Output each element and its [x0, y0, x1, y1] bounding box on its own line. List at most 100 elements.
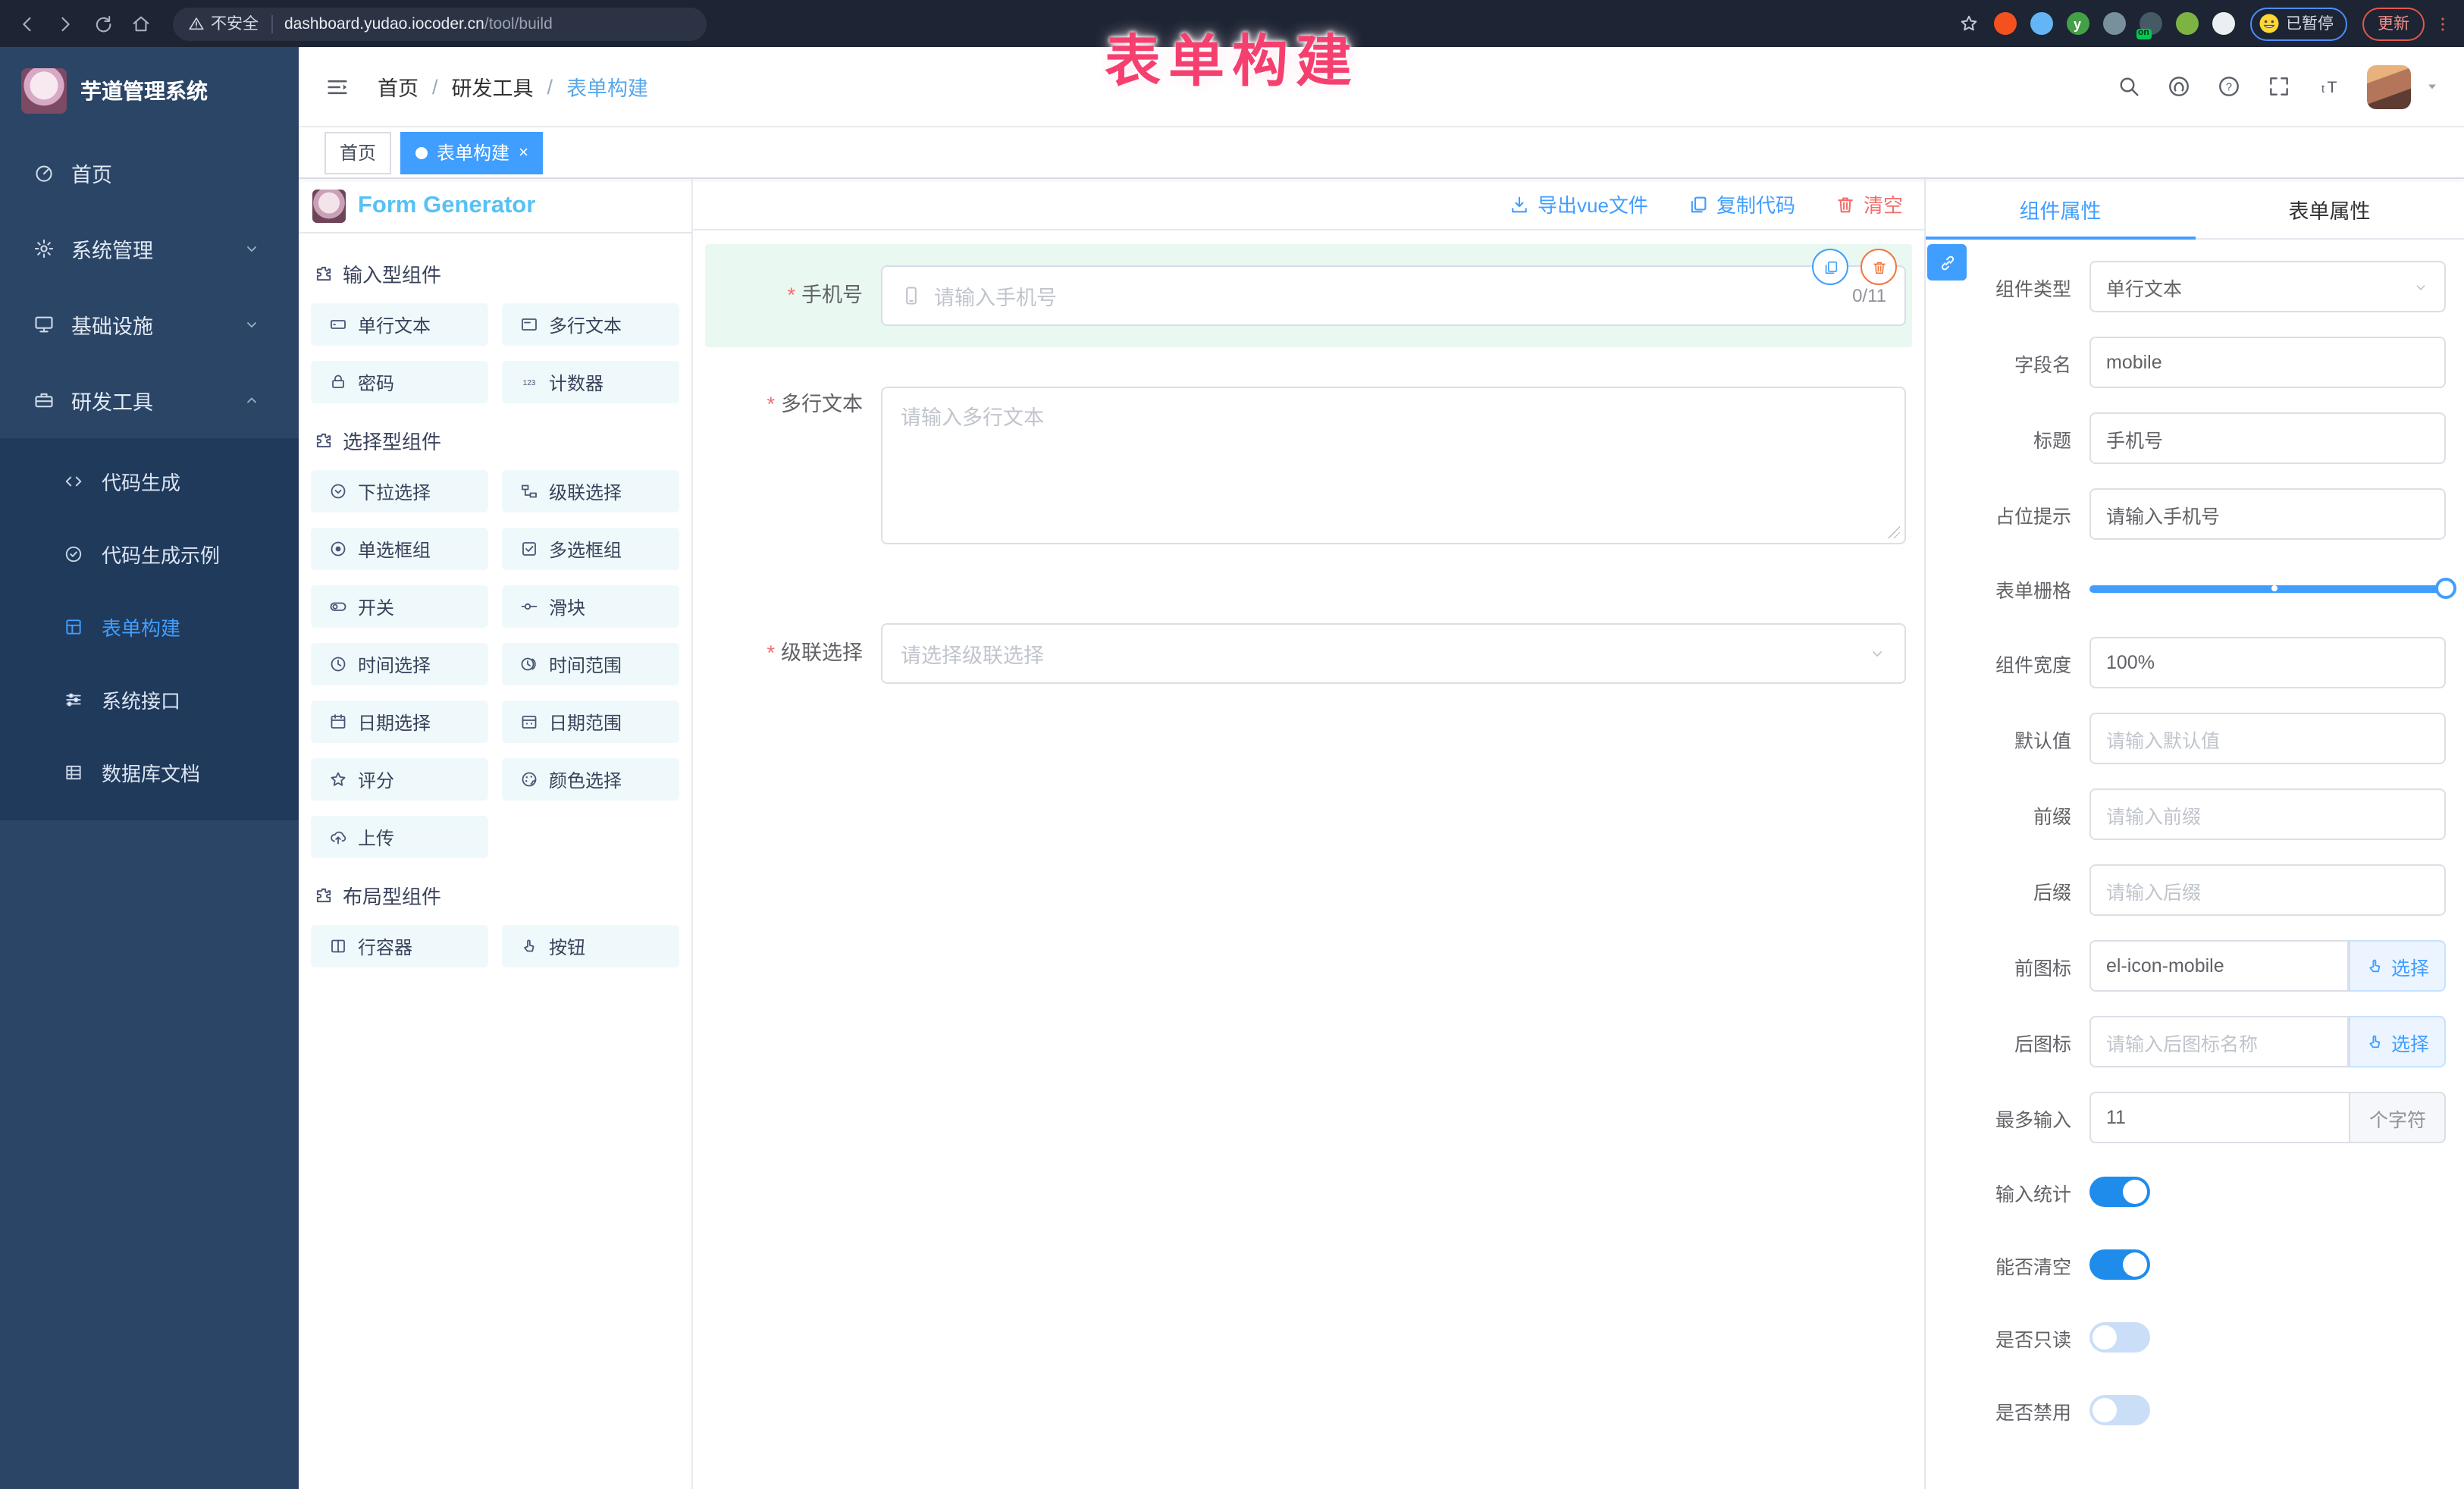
ext-orange-icon[interactable] [1993, 12, 2016, 35]
palette-item-时间选择[interactable]: 时间选择 [311, 643, 488, 685]
canvas-field-cascader[interactable]: 级联选择 请选择级联选择 [705, 602, 1912, 705]
sidebar-subitem-系统接口[interactable]: 系统接口 [0, 663, 299, 735]
palette-item-评分[interactable]: 评分 [311, 758, 488, 801]
prop-select-组件类型[interactable]: 单行文本 [2089, 261, 2446, 312]
palette-item-单行文本[interactable]: 单行文本 [311, 303, 488, 346]
ext-dark-on-icon[interactable]: on [2139, 12, 2161, 35]
toggle-是否只读[interactable] [2089, 1322, 2150, 1353]
mobile-input[interactable]: 请输入手机号 0/11 [881, 265, 1906, 326]
sidebar-item-1[interactable]: 系统管理 [0, 211, 299, 287]
update-button[interactable]: 更新 [2362, 7, 2425, 40]
github-icon[interactable] [2167, 74, 2191, 99]
textarea-input[interactable]: 请输入多行文本 [881, 387, 1906, 544]
sidebar-item-0[interactable]: 首页 [0, 135, 299, 211]
fullscreen-icon[interactable] [2267, 74, 2291, 99]
palette-item-按钮[interactable]: 按钮 [502, 925, 679, 967]
palette-item-行容器[interactable]: 行容器 [311, 925, 488, 967]
app-logo[interactable]: 芋道管理系统 [0, 47, 299, 135]
link-icon[interactable] [1927, 244, 1967, 281]
palette-item-计数器[interactable]: 123计数器 [502, 361, 679, 403]
prop-label: 后缀 [1926, 876, 2089, 904]
search-icon[interactable] [2117, 74, 2141, 99]
ext-green-y-icon[interactable]: y [2066, 12, 2089, 35]
browser-menu-icon[interactable] [2434, 14, 2452, 33]
toggle-是否禁用[interactable] [2089, 1395, 2150, 1425]
tab-form-props[interactable]: 表单属性 [2195, 179, 2464, 238]
svg-text:T: T [2327, 78, 2337, 96]
section-title-text: 选择型组件 [343, 426, 441, 455]
tag-form-build[interactable]: 表单构建 × [400, 131, 544, 174]
font-size-icon[interactable]: tT [2317, 74, 2341, 99]
copy-code-button[interactable]: 复制代码 [1688, 190, 1795, 218]
prop-input-最多输入[interactable]: 11 [2089, 1092, 2351, 1143]
tab-component-props[interactable]: 组件属性 [1926, 179, 2195, 238]
prop-row-输入统计: 输入统计 [1926, 1168, 2446, 1216]
prop-input-字段名[interactable]: mobile [2089, 337, 2446, 388]
toggle-能否清空[interactable] [2089, 1249, 2150, 1280]
reload-icon[interactable] [92, 13, 114, 34]
delete-field-button[interactable] [1861, 249, 1897, 285]
sidebar-subitem-代码生成[interactable]: 代码生成 [0, 444, 299, 517]
palette-item-日期选择[interactable]: 日期选择 [311, 701, 488, 743]
prop-input-后图标[interactable]: 请输入后图标名称 [2089, 1016, 2350, 1067]
sidebar-subitem-数据库文档[interactable]: 数据库文档 [0, 735, 299, 808]
icon-pick-button[interactable]: 选择 [2350, 1016, 2446, 1067]
palette-item-时间范围[interactable]: 时间范围 [502, 643, 679, 685]
ext-slate-icon[interactable] [2102, 12, 2125, 35]
breadcrumb-home[interactable]: 首页 [378, 71, 419, 102]
canvas-field-textarea[interactable]: 多行文本 请输入多行文本 [705, 365, 1912, 566]
user-avatar[interactable] [2367, 64, 2411, 108]
profile-paused-pill[interactable]: 已暂停 [2249, 7, 2347, 40]
palette-item-多行文本[interactable]: 多行文本 [502, 303, 679, 346]
palette-item-滑块[interactable]: 滑块 [502, 585, 679, 628]
bookmark-star-icon[interactable] [1958, 14, 1978, 33]
ext-blue-drop-icon[interactable] [2030, 12, 2052, 35]
forward-icon[interactable] [55, 13, 76, 34]
help-icon[interactable]: ? [2217, 74, 2241, 99]
icon-pick-button[interactable]: 选择 [2350, 940, 2446, 992]
prop-input-默认值[interactable]: 请输入默认值 [2089, 713, 2446, 764]
home-icon[interactable] [130, 13, 152, 34]
back-icon[interactable] [17, 13, 38, 34]
prop-input-后缀[interactable]: 请输入后缀 [2089, 864, 2446, 916]
properties-panel: 组件属性 表单属性 组件类型单行文本字段名mobile标题手机号占位提示请输入手… [1924, 179, 2464, 1489]
form-grid-slider[interactable] [2089, 578, 2446, 599]
breadcrumb-tools[interactable]: 研发工具 [452, 71, 534, 102]
cascader-input[interactable]: 请选择级联选择 [881, 623, 1906, 684]
palette-item-颜色选择[interactable]: 颜色选择 [502, 758, 679, 801]
sidebar-item-3[interactable]: 研发工具 [0, 362, 299, 438]
prop-input-标题[interactable]: 手机号 [2089, 412, 2446, 464]
palette-item-级联选择[interactable]: 级联选择 [502, 470, 679, 513]
clear-button[interactable]: 清空 [1835, 190, 1903, 218]
palette-item-密码[interactable]: 密码 [311, 361, 488, 403]
prop-control [2089, 1395, 2446, 1425]
palette-item-单选框组[interactable]: 单选框组 [311, 528, 488, 570]
canvas-field-mobile[interactable]: 手机号 请输入手机号 0/11 [705, 244, 1912, 347]
prop-input-前缀[interactable]: 请输入前缀 [2089, 788, 2446, 840]
palette-item-多选框组[interactable]: 多选框组 [502, 528, 679, 570]
collapse-menu-icon[interactable] [324, 74, 350, 99]
ext-leaf-icon[interactable] [2175, 12, 2198, 35]
duplicate-field-button[interactable] [1812, 249, 1848, 285]
sidebar-subitem-表单构建[interactable]: 表单构建 [0, 590, 299, 663]
ext-white-puzzle-icon[interactable] [2212, 12, 2234, 35]
palette-item-上传[interactable]: 上传 [311, 816, 488, 858]
slider-handle[interactable] [2435, 578, 2456, 599]
export-vue-button[interactable]: 导出vue文件 [1509, 190, 1648, 218]
prop-input-前图标[interactable]: el-icon-mobile [2089, 940, 2350, 992]
input-value: 请输入默认值 [2106, 724, 2429, 753]
tag-home[interactable]: 首页 [324, 131, 391, 174]
palette-item-日期范围[interactable]: 日期范围 [502, 701, 679, 743]
user-caret-icon[interactable] [2425, 79, 2440, 94]
slider-track [2089, 585, 2446, 592]
browser-toolbar: 不安全 dashboard.yudao.iocoder.cn/tool/buil… [0, 0, 2464, 47]
close-tag-icon[interactable]: × [519, 143, 528, 161]
prop-input-组件宽度[interactable]: 100% [2089, 637, 2446, 688]
sidebar-subitem-代码生成示例[interactable]: 代码生成示例 [0, 517, 299, 590]
toggle-输入统计[interactable] [2089, 1177, 2150, 1207]
sidebar-item-2[interactable]: 基础设施 [0, 287, 299, 362]
palette-item-下拉选择[interactable]: 下拉选择 [311, 470, 488, 513]
palette-item-开关[interactable]: 开关 [311, 585, 488, 628]
prop-input-占位提示[interactable]: 请输入手机号 [2089, 488, 2446, 540]
address-bar[interactable]: 不安全 dashboard.yudao.iocoder.cn/tool/buil… [173, 7, 707, 40]
